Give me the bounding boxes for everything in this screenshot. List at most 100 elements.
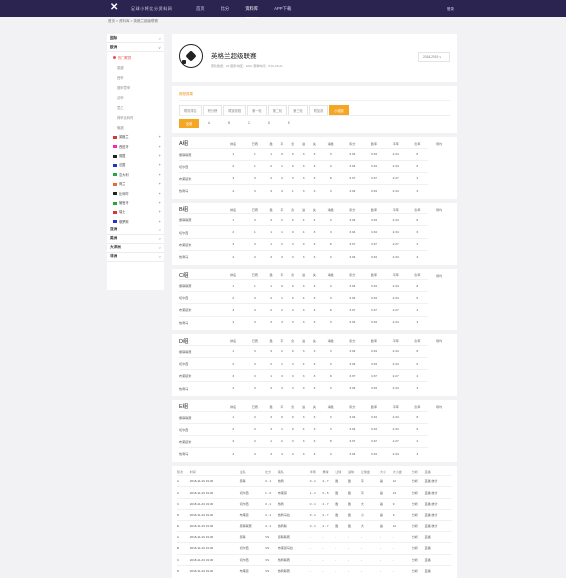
plus-icon[interactable]: + <box>159 134 161 139</box>
sidebar-country[interactable]: 意大利 + <box>107 170 164 179</box>
match-cell: 平 <box>360 475 380 487</box>
group-tab[interactable]: C <box>239 119 259 128</box>
team-name[interactable]: 布莱顿米 <box>179 369 223 382</box>
plus-icon[interactable]: + <box>159 172 161 177</box>
group-tab[interactable]: D <box>259 119 279 128</box>
plus-icon[interactable]: + <box>159 162 161 167</box>
chevron-icon: > <box>158 245 161 251</box>
table-row: 切尔西 2 3 2 1 0 4 3 3 3.34 3.34 2.34 6 <box>179 291 450 304</box>
match-link[interactable]: 直播 统计 <box>424 497 452 510</box>
team-name[interactable]: 切尔西 <box>179 159 223 173</box>
team-name[interactable]: 布莱顿米 <box>179 434 223 448</box>
group-tab[interactable]: 全部 <box>179 119 199 128</box>
match-link[interactable]: 分析 <box>411 497 425 510</box>
column-header: 失 <box>312 404 316 409</box>
group-tab[interactable]: A <box>199 119 219 128</box>
team-name[interactable]: 曼联联赛 <box>179 344 223 358</box>
sidebar-sublink[interactable]: 意乙 <box>107 102 164 112</box>
sidebar-section[interactable]: 美洲 > <box>107 235 164 244</box>
match-cell: 13 <box>392 486 412 499</box>
sidebar-country[interactable]: 德国 + <box>107 151 164 160</box>
match-link[interactable]: 直播 统计 <box>424 508 452 521</box>
match-link[interactable]: 直播 <box>424 553 452 566</box>
team-name[interactable]: 热刺马 <box>179 381 223 394</box>
team-name[interactable]: 热刺马 <box>179 184 223 197</box>
sidebar-sublink[interactable]: 德甲意甲 <box>107 82 164 92</box>
team-name[interactable]: 曼联联赛 <box>179 213 223 226</box>
sidebar-hot[interactable]: 热门联赛 <box>107 52 164 62</box>
stat-cell: 3 <box>309 159 320 173</box>
team-name[interactable]: 布莱顿米 <box>179 303 223 317</box>
group-tab[interactable]: E <box>279 119 299 128</box>
sidebar-country[interactable]: 俄罗斯 + <box>107 217 164 226</box>
team-name[interactable]: 布莱顿米 <box>179 237 223 251</box>
match-link[interactable]: 分析 <box>411 475 425 487</box>
sidebar-sublink[interactable]: 西甲 <box>107 72 164 82</box>
team-name[interactable]: 热刺马 <box>179 249 223 263</box>
stage-tab[interactable]: 小组赛 <box>329 105 349 115</box>
stage-tab[interactable]: 第一轮 <box>247 105 267 115</box>
sidebar-country[interactable]: 荷兰 + <box>107 179 164 188</box>
team-name[interactable]: 曼联联赛 <box>179 410 223 424</box>
plus-icon[interactable]: + <box>159 219 161 224</box>
match-link[interactable]: 分析 <box>411 531 425 543</box>
match-link[interactable]: 分析 <box>411 553 425 566</box>
plus-icon[interactable]: + <box>159 181 161 186</box>
stat-cell: 4 <box>298 213 310 226</box>
plus-icon[interactable]: + <box>159 209 161 214</box>
stage-tab[interactable]: 联赛排名 <box>179 105 202 115</box>
match-link[interactable]: 分析 <box>411 542 425 555</box>
match-link[interactable]: 分析 <box>411 519 425 532</box>
sidebar-country[interactable]: 西班牙 + <box>107 141 164 150</box>
sidebar-sublink[interactable]: 葡超 <box>107 122 164 132</box>
logo-icon[interactable]: ✕ <box>110 3 120 13</box>
nav-item[interactable]: 资料库 <box>245 6 258 18</box>
sidebar-section[interactable]: 亚洲 > <box>107 226 164 235</box>
stage-tab[interactable]: 第三轮 <box>288 105 308 115</box>
sidebar-section[interactable]: 国际 > <box>107 34 164 43</box>
sidebar-country[interactable]: 葡萄牙 + <box>107 198 164 207</box>
nav-item[interactable]: APP下载 <box>274 6 291 12</box>
match-link[interactable]: 直播 <box>424 542 452 555</box>
sidebar-sublink[interactable]: 荷甲比利时 <box>107 112 164 122</box>
plus-icon[interactable]: + <box>159 144 161 149</box>
match-link[interactable]: 直播 统计 <box>424 475 452 487</box>
nav-item[interactable]: 首页 <box>196 6 205 12</box>
stage-tab[interactable]: 联赛赛程 <box>223 105 247 115</box>
sidebar-country[interactable]: 法国 + <box>107 160 164 169</box>
stage-tab[interactable]: 附加赛 <box>308 105 329 115</box>
team-name[interactable]: 热刺马 <box>179 315 223 329</box>
sidebar-sublink[interactable]: 法甲 <box>107 92 164 102</box>
match-link[interactable]: 分析 <box>411 486 425 499</box>
team-name[interactable]: 热刺马 <box>179 447 223 460</box>
plus-icon[interactable]: + <box>159 153 161 158</box>
sidebar-sublink[interactable]: 英超 <box>107 62 164 72</box>
match-link[interactable]: 直播 统计 <box>424 519 452 532</box>
team-name[interactable]: 曼联联赛 <box>179 147 223 161</box>
nav-item[interactable]: 比分 <box>221 6 230 12</box>
match-link[interactable]: 直播 统计 <box>424 486 452 499</box>
match-link[interactable]: 直播 <box>424 531 452 543</box>
sidebar-country[interactable]: 比利时 + <box>107 188 164 197</box>
season-select[interactable]: 2018-2019 ∨ <box>418 52 450 62</box>
stat-cell: 3.37 <box>363 171 385 185</box>
plus-icon[interactable]: + <box>159 191 161 196</box>
team-name[interactable]: 切尔西 <box>179 225 223 239</box>
sidebar-section[interactable]: 欧洲 ∨ <box>107 43 164 52</box>
team-name[interactable]: 布莱顿米 <box>179 171 223 185</box>
stat-cell: 3 <box>287 303 299 317</box>
group-tab[interactable]: B <box>219 119 239 128</box>
stage-tab[interactable]: 第二轮 <box>267 105 288 115</box>
sidebar-section[interactable]: 大洋洲 > <box>107 244 164 253</box>
sidebar-section[interactable]: 非洲 > <box>107 253 164 262</box>
team-name[interactable]: 切尔西 <box>179 422 223 436</box>
team-name[interactable]: 切尔西 <box>179 356 223 370</box>
match-link[interactable]: 分析 <box>411 508 425 521</box>
team-name[interactable]: 曼联联赛 <box>179 278 223 292</box>
sidebar-country[interactable]: 英格兰 + <box>107 132 164 141</box>
plus-icon[interactable]: + <box>159 200 161 205</box>
stage-tab[interactable]: 积分榜 <box>202 105 223 115</box>
login-link[interactable]: 登录 <box>447 7 454 12</box>
sidebar-country[interactable]: 瑞士 + <box>107 207 164 216</box>
team-name[interactable]: 切尔西 <box>179 291 223 304</box>
